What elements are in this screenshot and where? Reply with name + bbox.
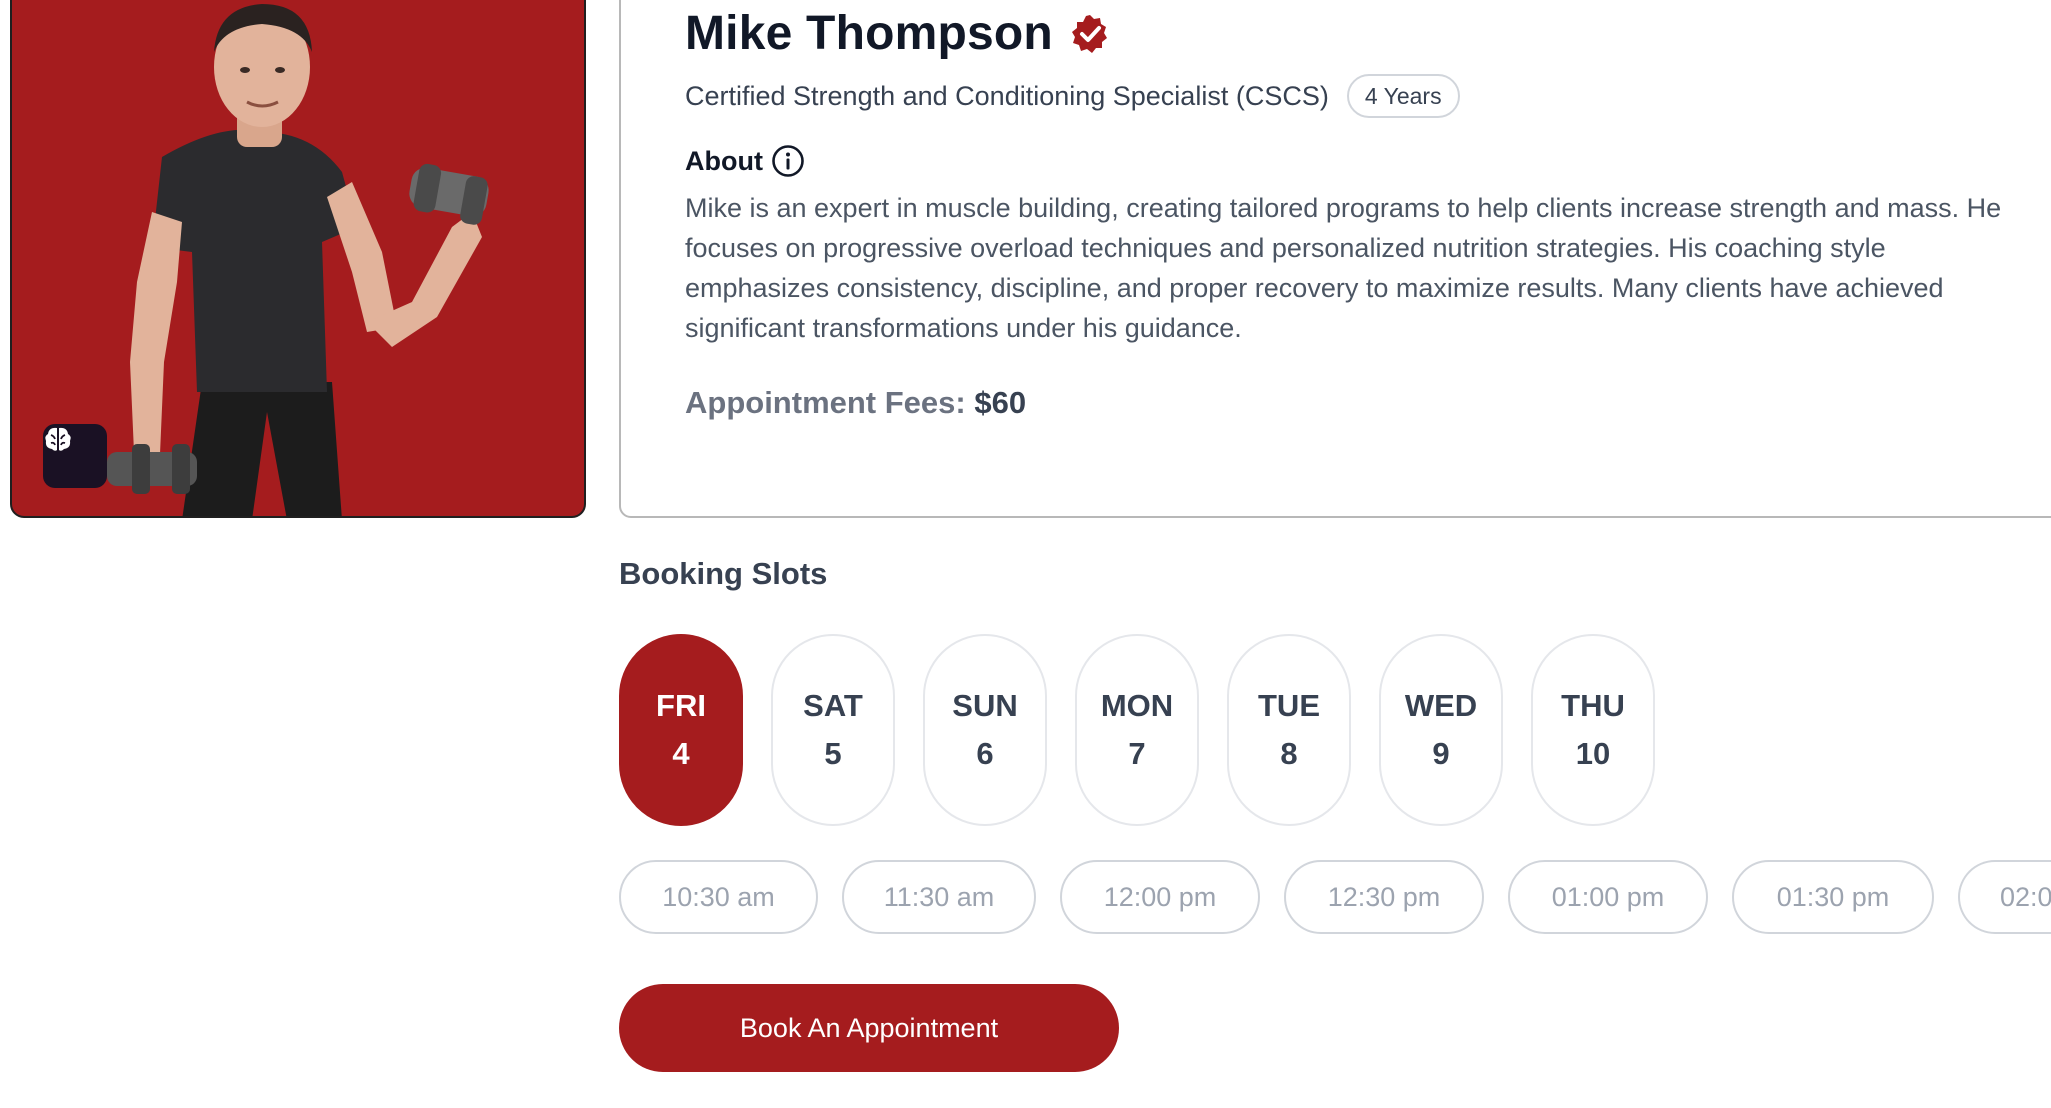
- about-heading-row: About: [685, 144, 805, 178]
- about-text: Mike is an expert in muscle building, cr…: [685, 193, 2002, 343]
- day-slot[interactable]: WED 9: [1379, 634, 1503, 826]
- fees-label: Appointment Fees:: [685, 385, 966, 420]
- time-slot[interactable]: 01:30 pm: [1732, 860, 1934, 934]
- time-slot[interactable]: 11:30 am: [842, 860, 1036, 934]
- time-slot[interactable]: 12:30 pm: [1284, 860, 1484, 934]
- trainer-specialty-row: Certified Strength and Conditioning Spec…: [685, 74, 1460, 118]
- time-slot[interactable]: 01:00 pm: [1508, 860, 1708, 934]
- day-slot[interactable]: TUE 8: [1227, 634, 1351, 826]
- booking-slots-title: Booking Slots: [619, 556, 828, 591]
- day-slot[interactable]: MON 7: [1075, 634, 1199, 826]
- appointment-fees: Appointment Fees: $60: [685, 385, 1026, 421]
- day-name: SAT: [803, 688, 863, 723]
- verified-badge-icon: [1071, 14, 1107, 53]
- brain-icon[interactable]: [43, 424, 107, 488]
- time-slot[interactable]: 10:30 am: [619, 860, 818, 934]
- info-icon[interactable]: [771, 144, 805, 178]
- day-date: 9: [1432, 736, 1450, 771]
- fees-value: $60: [974, 385, 1027, 420]
- day-name: WED: [1404, 688, 1478, 723]
- day-date: 4: [672, 736, 690, 771]
- trainer-specialty: Certified Strength and Conditioning Spec…: [685, 80, 1329, 111]
- day-name: SUN: [952, 688, 1018, 723]
- day-date: 7: [1128, 736, 1146, 771]
- day-slot[interactable]: SUN 6: [923, 634, 1047, 826]
- book-appointment-button[interactable]: Book An Appointment: [619, 984, 1119, 1072]
- day-name: FRI: [656, 688, 706, 723]
- day-date: 6: [976, 736, 994, 771]
- trainer-photo: [10, 0, 586, 518]
- day-date: 10: [1575, 736, 1611, 771]
- about-label: About: [685, 145, 763, 176]
- day-slot[interactable]: THU 10: [1531, 634, 1655, 826]
- time-slot[interactable]: 02:00 pm: [1958, 860, 2051, 934]
- trainer-name-row: Mike Thompson: [685, 6, 1111, 61]
- day-name: MON: [1100, 688, 1174, 723]
- day-slot[interactable]: FRI 4: [619, 634, 743, 826]
- experience-badge: 4 Years: [1346, 74, 1460, 118]
- time-slot[interactable]: 12:00 pm: [1060, 860, 1260, 934]
- day-name: THU: [1561, 688, 1625, 723]
- day-name: TUE: [1258, 688, 1320, 723]
- day-date: 8: [1280, 736, 1298, 771]
- trainer-name: Mike Thompson: [685, 7, 1053, 60]
- day-date: 5: [824, 736, 842, 771]
- day-slot[interactable]: SAT 5: [771, 634, 895, 826]
